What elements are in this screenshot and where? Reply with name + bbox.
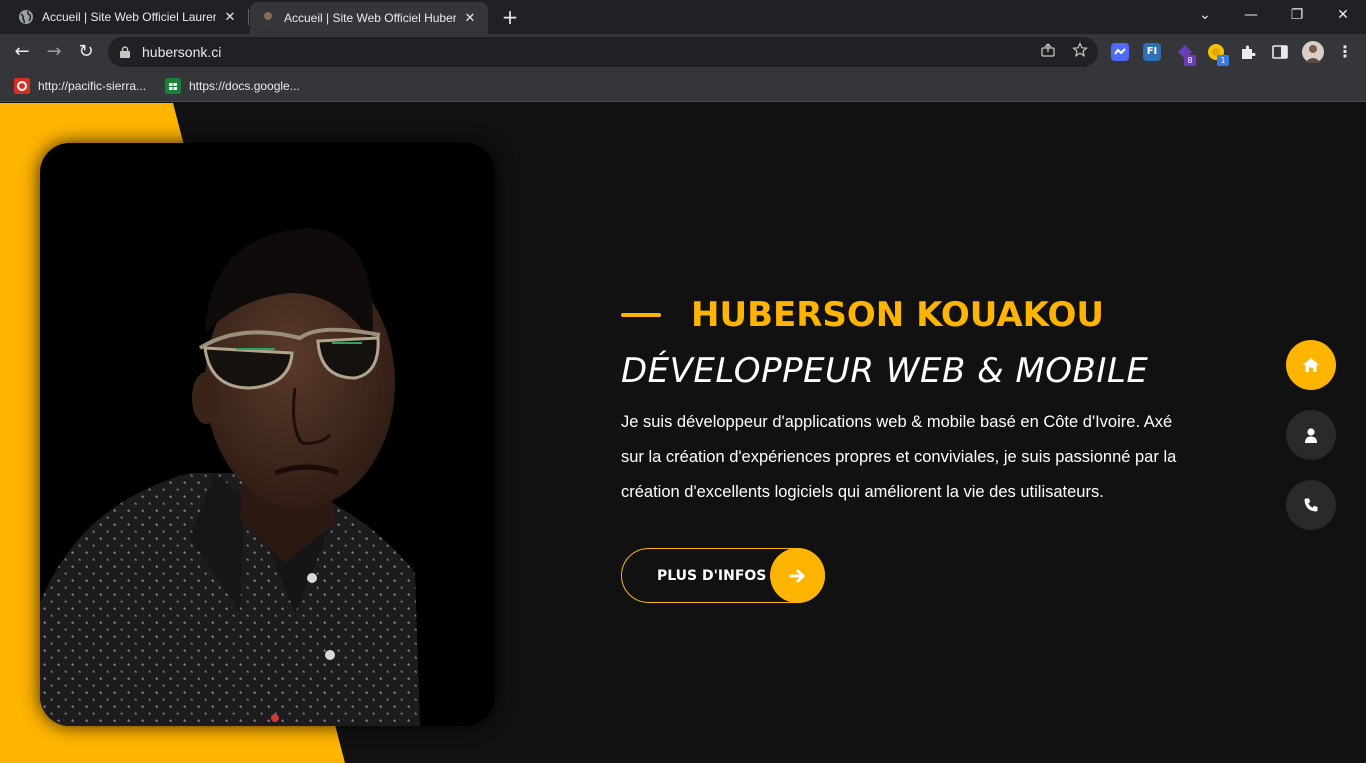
tab-strip: Accueil | Site Web Officiel Lauren ✕ Acc… bbox=[0, 0, 1366, 34]
bookmark-label: http://pacific-sierra... bbox=[38, 79, 147, 93]
minimize-button[interactable]: — bbox=[1228, 0, 1274, 30]
share-icon[interactable] bbox=[1038, 42, 1058, 62]
hero-section: HUBERSON KOUAKOU DÉVELOPPEUR WEB & MOBIL… bbox=[0, 103, 1366, 763]
bookmark-1[interactable]: http://pacific-sierra... bbox=[14, 76, 146, 96]
side-panel-icon[interactable] bbox=[1271, 43, 1289, 61]
profile-favicon-icon bbox=[260, 10, 276, 26]
lock-icon bbox=[120, 46, 130, 58]
phone-icon bbox=[1304, 498, 1318, 512]
more-info-label: PLUS D'INFOS bbox=[657, 567, 767, 584]
bookmark-2[interactable]: https://docs.google... bbox=[165, 76, 300, 96]
profile-name: HUBERSON KOUAKOU bbox=[691, 295, 1104, 335]
arrow-right-icon bbox=[770, 548, 825, 603]
tab-separator bbox=[248, 9, 249, 25]
nav-contact-button[interactable] bbox=[1286, 480, 1336, 530]
star-icon[interactable] bbox=[1070, 42, 1090, 62]
forward-button[interactable]: → bbox=[40, 38, 68, 66]
nav-home-button[interactable] bbox=[1286, 340, 1336, 390]
hero-content: HUBERSON KOUAKOU DÉVELOPPEUR WEB & MOBIL… bbox=[621, 293, 1241, 510]
tab-search-button[interactable]: ⌄ bbox=[1182, 0, 1228, 30]
bookmarks-bar: http://pacific-sierra... https://docs.go… bbox=[0, 70, 1366, 102]
more-info-button[interactable]: PLUS D'INFOS bbox=[621, 548, 825, 603]
toolbar: ← → ↻ hubersonk.ci FI 8 1 ⋮ bbox=[0, 34, 1366, 70]
accent-dash bbox=[621, 313, 661, 317]
sheets-icon bbox=[165, 78, 181, 94]
tab-close-icon[interactable]: ✕ bbox=[462, 10, 478, 26]
profile-role: DÉVELOPPEUR WEB & MOBILE bbox=[621, 351, 1149, 391]
home-icon bbox=[1303, 358, 1319, 372]
profile-photo bbox=[40, 143, 495, 726]
extension-icon-2[interactable]: FI bbox=[1143, 43, 1161, 61]
new-tab-button[interactable]: + bbox=[498, 5, 522, 29]
profile-avatar-icon[interactable] bbox=[1302, 41, 1324, 63]
tab-title: Accueil | Site Web Officiel Hubers bbox=[284, 11, 456, 25]
menu-icon[interactable]: ⋮ bbox=[1336, 43, 1354, 61]
user-icon bbox=[1305, 428, 1317, 443]
browser-tab-1[interactable]: Accueil | Site Web Officiel Lauren ✕ bbox=[8, 0, 248, 34]
close-window-button[interactable]: ✕ bbox=[1320, 0, 1366, 30]
tab-close-icon[interactable]: ✕ bbox=[222, 9, 238, 25]
reload-button[interactable]: ↻ bbox=[72, 38, 100, 66]
extension-badge: 1 bbox=[1217, 55, 1229, 66]
restore-button[interactable]: ❐ bbox=[1274, 0, 1320, 30]
browser-tab-2[interactable]: Accueil | Site Web Officiel Hubers ✕ bbox=[250, 2, 488, 34]
url-text: hubersonk.ci bbox=[142, 44, 222, 60]
globe-icon bbox=[18, 9, 34, 25]
address-bar[interactable]: hubersonk.ci bbox=[108, 37, 1098, 67]
tab-title: Accueil | Site Web Officiel Lauren bbox=[42, 10, 216, 24]
bookmark-favicon-icon bbox=[14, 78, 30, 94]
extension-badge: 8 bbox=[1184, 55, 1196, 66]
extension-icon-1[interactable] bbox=[1111, 43, 1129, 61]
puzzle-icon[interactable] bbox=[1239, 43, 1257, 61]
intro-text: Je suis développeur d'applications web &… bbox=[621, 413, 1177, 501]
bookmark-label: https://docs.google... bbox=[189, 79, 300, 93]
nav-about-button[interactable] bbox=[1286, 410, 1336, 460]
name-row: HUBERSON KOUAKOU bbox=[621, 293, 1241, 337]
back-button[interactable]: ← bbox=[8, 38, 36, 66]
portrait-image bbox=[40, 143, 495, 726]
